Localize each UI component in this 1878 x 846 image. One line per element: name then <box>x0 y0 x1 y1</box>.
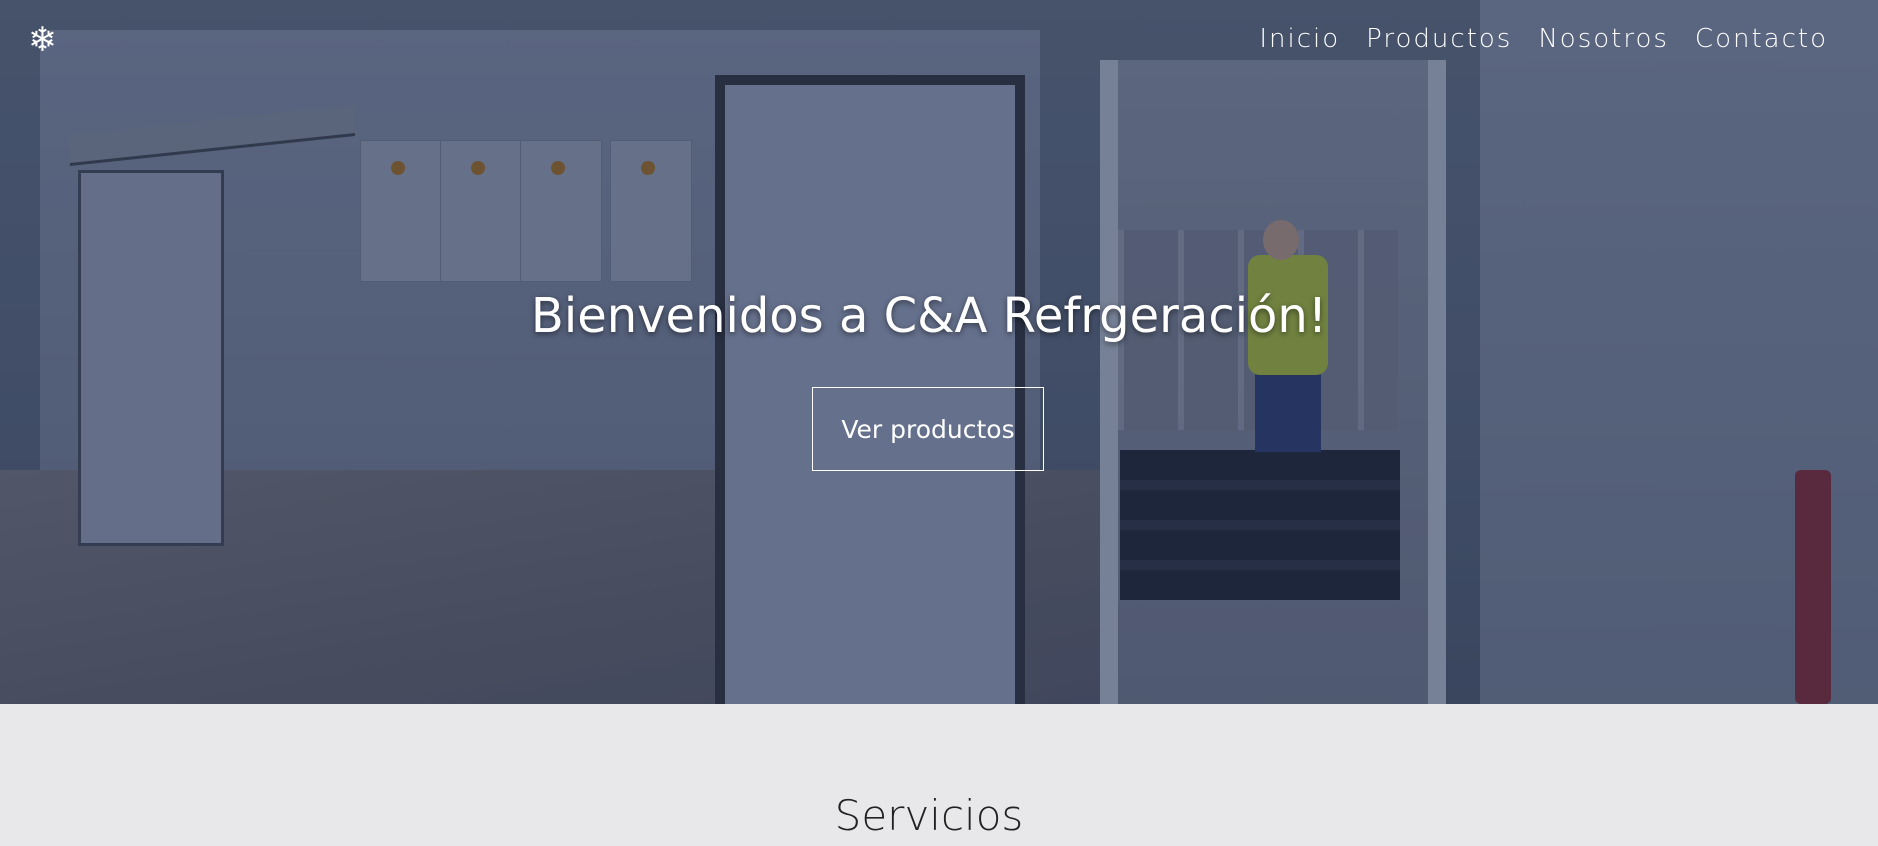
hero-section: ❄ Inicio Productos Nosotros Contacto Bie… <box>0 0 1878 704</box>
snowflake-logo-icon[interactable]: ❄ <box>28 20 57 60</box>
servicios-heading: Servicios <box>834 791 1024 840</box>
servicios-section: Servicios <box>0 704 1878 846</box>
hero-overlay <box>0 0 1878 704</box>
hero-title: Bienvenidos a C&A Refrgeración! <box>530 288 1328 344</box>
main-nav: Inicio Productos Nosotros Contacto <box>1259 22 1828 56</box>
nav-item-nosotros[interactable]: Nosotros <box>1538 22 1669 56</box>
nav-item-contacto[interactable]: Contacto <box>1695 22 1828 56</box>
nav-item-inicio[interactable]: Inicio <box>1259 22 1340 56</box>
nav-item-productos[interactable]: Productos <box>1366 22 1512 56</box>
ver-productos-button[interactable]: Ver productos <box>812 387 1044 471</box>
